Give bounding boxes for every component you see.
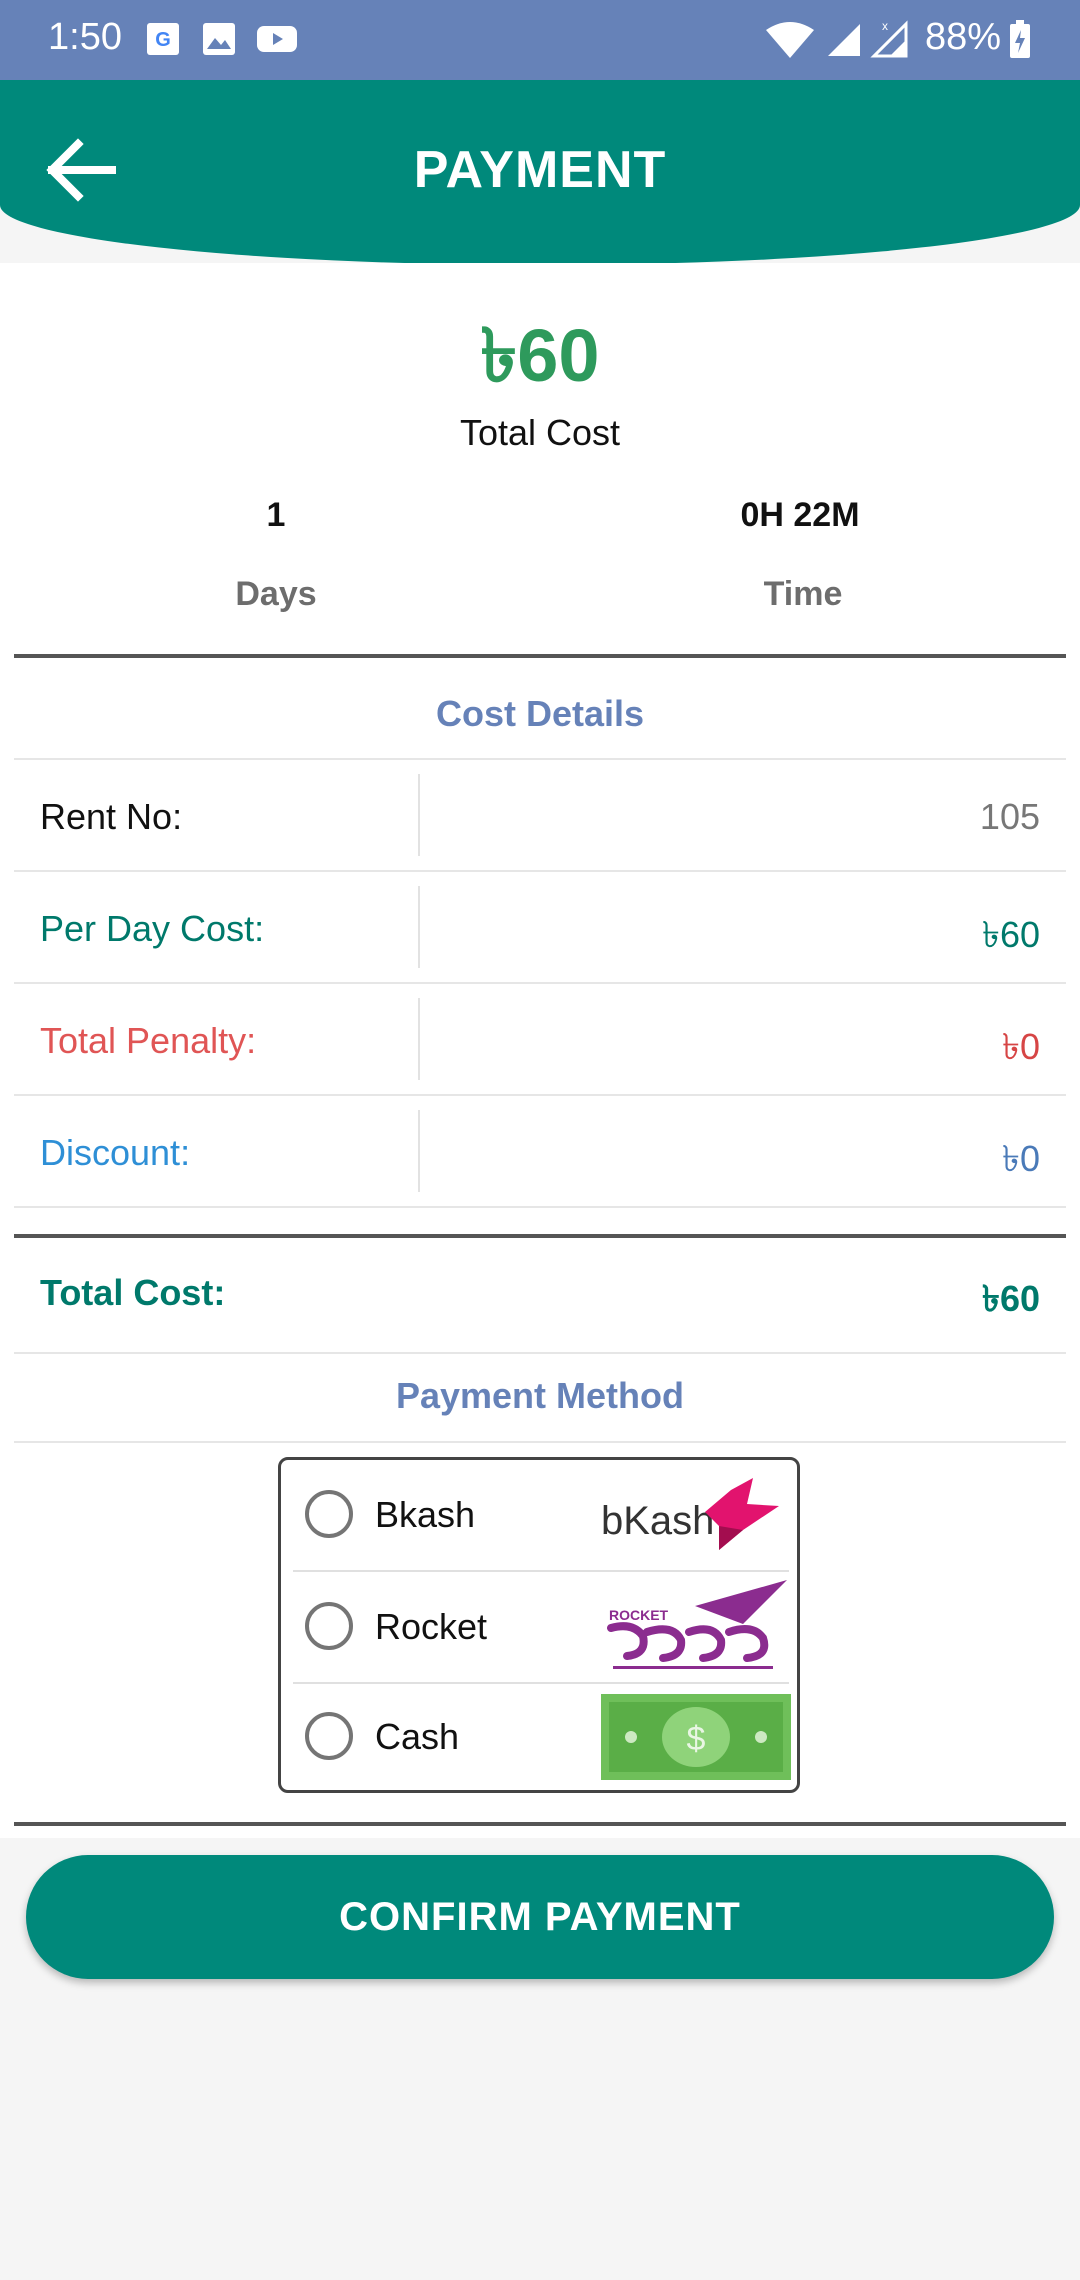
total-cost-label: Total Cost: xyxy=(40,1272,226,1313)
payment-method-title: Payment Method xyxy=(395,1375,685,1416)
payment-method-group: Bkash bKash Rocket ROCKET Cash $ xyxy=(278,1457,800,1793)
total-amount-label: Total Cost xyxy=(459,412,621,453)
youtube-icon xyxy=(257,26,297,52)
option-label: Bkash xyxy=(375,1494,476,1535)
wifi-icon xyxy=(766,22,814,58)
svg-text:G: G xyxy=(155,29,171,51)
row-value: 105 xyxy=(979,796,1040,837)
time-value: 0H 22M xyxy=(740,496,860,534)
cost-details-title: Cost Details xyxy=(435,693,645,734)
divider xyxy=(14,654,1066,658)
time-label: Time xyxy=(763,575,843,613)
days-label: Days xyxy=(235,575,317,613)
cash-logo: $ xyxy=(601,1694,791,1780)
row-label: Total Penalty: xyxy=(40,1020,257,1061)
row-value: ৳0 xyxy=(1002,1138,1040,1179)
google-icon: G xyxy=(147,23,179,55)
divider xyxy=(14,1441,1066,1443)
logo-text: bKash xyxy=(601,1499,714,1543)
battery-charging-icon xyxy=(1010,20,1030,58)
column-divider xyxy=(418,998,420,1080)
radio-button[interactable] xyxy=(305,1712,353,1760)
option-label: Rocket xyxy=(375,1606,488,1647)
divider xyxy=(14,1822,1066,1826)
row-value: ৳60 xyxy=(982,914,1040,955)
divider xyxy=(14,1234,1066,1238)
payment-option-rocket[interactable]: Rocket ROCKET xyxy=(281,1572,797,1682)
confirm-payment-button[interactable]: CONFIRM PAYMENT xyxy=(26,1855,1054,1979)
rocket-logo: ROCKET xyxy=(603,1580,793,1676)
row-label: Discount: xyxy=(40,1132,191,1173)
svg-text:x: x xyxy=(882,19,888,33)
divider xyxy=(14,1094,1066,1096)
total-amount: ৳60 xyxy=(480,314,600,397)
signal-icon xyxy=(828,24,860,56)
status-time: 1:50 xyxy=(48,16,122,58)
divider xyxy=(14,1352,1066,1354)
divider xyxy=(14,982,1066,984)
battery-percent: 88% xyxy=(925,16,1002,58)
radio-button[interactable] xyxy=(305,1490,353,1538)
logo-text: $ xyxy=(687,1720,706,1758)
column-divider xyxy=(418,1110,420,1192)
column-divider xyxy=(418,774,420,856)
option-label: Cash xyxy=(375,1716,460,1757)
row-label: Per Day Cost: xyxy=(40,908,265,949)
divider xyxy=(14,1206,1066,1208)
total-cost-value: ৳60 xyxy=(982,1278,1040,1319)
status-bar: 1:50 G x 88% xyxy=(0,0,1080,80)
divider xyxy=(14,870,1066,872)
app-header: PAYMENT xyxy=(0,80,1080,265)
logo-text: ROCKET xyxy=(609,1607,669,1623)
page-title: PAYMENT xyxy=(413,141,667,199)
payment-option-bkash[interactable]: Bkash bKash xyxy=(281,1460,797,1570)
radio-button[interactable] xyxy=(305,1602,353,1650)
signal-no-data-icon: x xyxy=(870,19,908,58)
column-divider xyxy=(418,886,420,968)
bkash-logo: bKash xyxy=(601,1470,791,1560)
row-label: Rent No: xyxy=(40,796,183,837)
payment-option-cash[interactable]: Cash $ xyxy=(281,1682,797,1792)
row-value: ৳0 xyxy=(1002,1026,1040,1067)
divider xyxy=(14,758,1066,760)
days-value: 1 xyxy=(266,496,286,534)
gallery-icon xyxy=(203,23,235,55)
